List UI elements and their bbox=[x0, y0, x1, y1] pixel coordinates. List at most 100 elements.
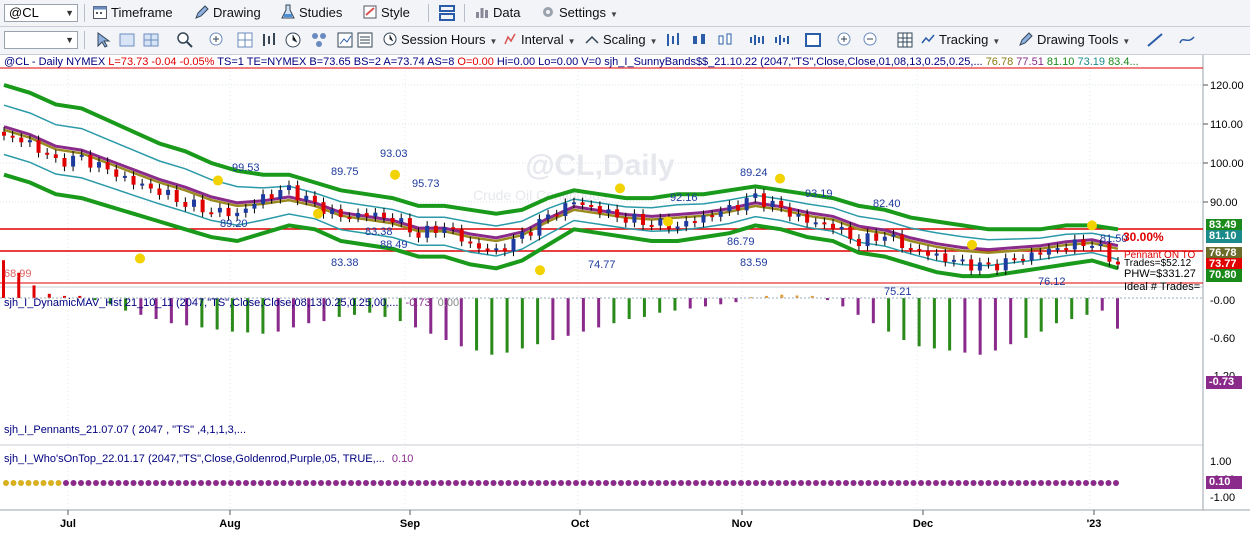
interval-combo[interactable]: ▼ bbox=[4, 31, 78, 49]
calendar-icon bbox=[93, 6, 107, 19]
wot-dot bbox=[618, 480, 624, 486]
wot-dot bbox=[738, 480, 744, 486]
wot-dot bbox=[655, 480, 662, 486]
axis-tick-label: 90.00 bbox=[1210, 197, 1238, 209]
wot-dot bbox=[753, 480, 759, 486]
zoom-in-icon[interactable] bbox=[836, 31, 854, 49]
candle-body bbox=[304, 195, 309, 201]
wot-dot bbox=[978, 480, 984, 486]
wot-dot bbox=[108, 480, 114, 486]
candle-body bbox=[425, 225, 430, 238]
candle-body bbox=[546, 214, 551, 220]
cluster-icon[interactable] bbox=[310, 31, 328, 49]
style-button[interactable]: Style bbox=[362, 3, 410, 23]
wot-dot bbox=[85, 480, 92, 486]
zoom-in-icon[interactable] bbox=[208, 31, 226, 49]
candle-body bbox=[977, 262, 982, 271]
box-chart-icon[interactable] bbox=[804, 31, 822, 49]
candle-body bbox=[1012, 258, 1017, 261]
drawing-tools-label: Drawing Tools bbox=[1037, 32, 1119, 47]
wot-dot bbox=[993, 480, 999, 486]
wot-dot bbox=[228, 480, 234, 486]
wot-dot bbox=[903, 480, 909, 486]
wot-dot bbox=[760, 480, 767, 486]
data-window-icon[interactable] bbox=[356, 31, 374, 49]
chart-settings-icon[interactable] bbox=[336, 31, 354, 49]
interval-label: Interval bbox=[521, 32, 564, 47]
layout-icon[interactable] bbox=[438, 4, 456, 22]
candle-body bbox=[1021, 258, 1026, 261]
candle-body bbox=[934, 253, 939, 256]
chevron-down-icon: ▼ bbox=[489, 37, 498, 46]
wot-dot bbox=[498, 480, 504, 486]
candle-body bbox=[882, 236, 887, 241]
wot-dot bbox=[168, 480, 174, 486]
grid-icon[interactable] bbox=[236, 31, 254, 49]
bars-icon[interactable] bbox=[260, 31, 278, 49]
settings-button[interactable]: Settings ▼ bbox=[540, 3, 618, 23]
candle-body bbox=[917, 249, 922, 252]
candle-body bbox=[649, 224, 654, 227]
candlestick-icon[interactable] bbox=[690, 31, 708, 49]
timeframe-button[interactable]: Timeframe bbox=[92, 3, 173, 23]
wot-dot bbox=[348, 480, 354, 486]
drawing-button[interactable]: Drawing bbox=[194, 3, 261, 23]
candle-body bbox=[597, 206, 602, 214]
wot-dot bbox=[1068, 480, 1074, 486]
trendline-icon[interactable] bbox=[1146, 31, 1164, 49]
zoom-icon[interactable] bbox=[176, 31, 194, 49]
zoom-out-icon[interactable] bbox=[862, 31, 880, 49]
grid-toggle-icon[interactable] bbox=[896, 31, 914, 49]
interval-button[interactable]: Interval ▼ bbox=[502, 30, 576, 50]
bar-chart-type-icon[interactable] bbox=[664, 31, 682, 49]
wot-dot bbox=[243, 480, 249, 486]
histogram-bar bbox=[536, 298, 540, 345]
tracking-button[interactable]: Tracking ▼ bbox=[920, 30, 1000, 50]
wot-dot bbox=[505, 480, 512, 486]
clock-icon[interactable] bbox=[284, 31, 302, 49]
hollow-candle-icon[interactable] bbox=[716, 31, 734, 49]
wot-dot bbox=[865, 480, 872, 486]
session-hours-button[interactable]: Session Hours ▼ bbox=[382, 30, 497, 50]
chevron-down-icon: ▼ bbox=[1122, 37, 1131, 46]
swing-marker bbox=[1087, 220, 1097, 231]
wot-dot bbox=[123, 480, 129, 486]
wot-dot bbox=[483, 480, 489, 486]
analysis-icon[interactable] bbox=[1178, 31, 1196, 49]
candle-body bbox=[1090, 245, 1095, 248]
histogram-bar bbox=[1100, 298, 1104, 311]
candle-body bbox=[779, 200, 784, 208]
wot-dot bbox=[1008, 480, 1014, 486]
dot-chart-icon[interactable] bbox=[748, 31, 766, 49]
line-chart-icon[interactable] bbox=[774, 31, 792, 49]
legend-open: O=0.00 bbox=[457, 56, 494, 68]
candle-body bbox=[1003, 258, 1008, 271]
mav-title: sjh_I_DynamicMAV_Hst 21_10_11 (2047,"TS"… bbox=[4, 297, 399, 309]
drawing-tools-button[interactable]: Drawing Tools ▼ bbox=[1018, 30, 1130, 50]
candle-body bbox=[269, 194, 274, 199]
candle-body bbox=[891, 234, 896, 237]
data-button[interactable]: Data bbox=[474, 3, 520, 23]
symbol-combo[interactable]: @CL ▼ bbox=[4, 4, 78, 22]
wot-dot bbox=[775, 480, 782, 486]
pencil-icon bbox=[195, 5, 209, 19]
candle-body bbox=[1064, 248, 1069, 251]
cursor-icon[interactable] bbox=[94, 31, 112, 49]
wot-dot bbox=[10, 480, 17, 486]
crosshair-icon[interactable] bbox=[142, 31, 160, 49]
candle-body bbox=[865, 233, 870, 247]
candle-body bbox=[62, 157, 67, 167]
candle-body bbox=[27, 140, 32, 143]
wot-dot bbox=[723, 480, 729, 486]
chevron-down-icon: ▼ bbox=[992, 37, 1001, 46]
candle-body bbox=[718, 211, 723, 217]
scaling-button[interactable]: Scaling ▼ bbox=[584, 30, 658, 50]
zoom-window-icon[interactable] bbox=[118, 31, 136, 49]
wot-dot bbox=[955, 480, 962, 486]
candle-body bbox=[278, 190, 283, 199]
studies-button[interactable]: Studies bbox=[280, 3, 342, 23]
candle-body bbox=[580, 202, 585, 206]
wot-dot bbox=[1090, 480, 1097, 486]
price-label: 89.24 bbox=[740, 167, 768, 179]
candle-body bbox=[1116, 261, 1120, 265]
